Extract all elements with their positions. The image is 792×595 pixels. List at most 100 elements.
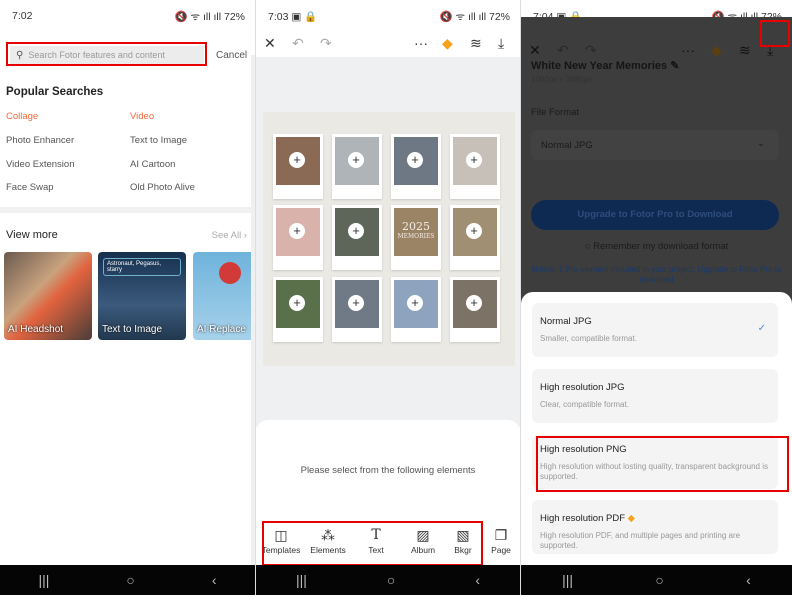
more-icon[interactable]: ··· [414, 35, 428, 51]
recents-icon[interactable]: ||| [296, 572, 307, 588]
undo-icon[interactable]: ↶ [557, 42, 569, 59]
add-photo-icon[interactable]: + [466, 223, 482, 239]
popular-searches-heading: Popular Searches [6, 86, 104, 98]
photo-slot[interactable]: + [332, 277, 382, 342]
feature-card-text-to-image[interactable]: Astronaut, Pegasus, starry Text to Image [98, 252, 186, 340]
feature-card-ai-headshot[interactable]: AI Headshot [4, 252, 92, 340]
design-title[interactable]: White New Year Memories ✎ [531, 59, 679, 72]
popular-item[interactable]: Video Extension [6, 159, 75, 170]
upgrade-download-button[interactable]: Upgrade to Fotor Pro to Download [531, 200, 779, 230]
pro-diamond-icon: ◆ [627, 513, 635, 524]
memories-text-tile[interactable]: 2025 MEMORIES [391, 205, 441, 270]
tool-background[interactable]: ▧ Bkgr [443, 525, 483, 555]
pro-diamond-icon[interactable]: ◆ [442, 35, 453, 52]
photo-slot[interactable]: + [273, 277, 323, 342]
redo-icon[interactable]: ↷ [585, 42, 597, 59]
add-photo-icon[interactable]: + [466, 152, 482, 168]
format-option-normal-jpg[interactable]: Normal JPG Smaller, compatible format. ✓ [532, 303, 778, 357]
photo-slot[interactable]: + [450, 205, 500, 270]
add-photo-icon[interactable]: + [348, 295, 364, 311]
back-icon[interactable]: ‹ [746, 572, 751, 588]
home-icon[interactable]: ○ [387, 572, 395, 588]
undo-icon[interactable]: ↶ [292, 35, 304, 52]
tool-templates[interactable]: ◫ Templates [259, 525, 303, 555]
title-text: White New Year Memories [531, 60, 668, 72]
file-format-select[interactable]: Normal JPG ⌄ [531, 130, 779, 160]
photo-slot[interactable]: + [332, 205, 382, 270]
photo-slot[interactable]: + [450, 134, 500, 199]
editor-toolbar: ✕ ↶ ↷ ··· ◆ ≋ ⤓ [256, 35, 520, 55]
format-options-sheet: Normal JPG Smaller, compatible format. ✓ H… [521, 292, 792, 565]
photo-slot[interactable]: + [273, 134, 323, 199]
add-photo-icon[interactable]: + [289, 295, 305, 311]
add-photo-icon[interactable]: + [348, 223, 364, 239]
tool-label: Bkgr [454, 545, 472, 555]
memories-text: MEMORIES [397, 233, 435, 240]
page-icon: ❐ [494, 527, 508, 543]
popular-item[interactable]: Video [130, 111, 154, 122]
layers-icon[interactable]: ≋ [739, 42, 751, 59]
photo-slot[interactable]: + [450, 277, 500, 342]
add-photo-icon[interactable]: + [407, 152, 423, 168]
photo-slot[interactable]: + [391, 277, 441, 342]
add-photo-icon[interactable]: + [466, 295, 482, 311]
add-photo-icon[interactable]: + [289, 223, 305, 239]
tool-label: Text [368, 545, 384, 555]
search-placeholder: Search Fotor features and content [28, 50, 165, 60]
battery-level: 72% [223, 11, 245, 23]
layers-icon[interactable]: ≋ [470, 35, 482, 52]
photo-slot[interactable]: + [391, 134, 441, 199]
download-icon[interactable]: ⤓ [498, 35, 504, 52]
elements-sheet: Please select from the following element… [256, 420, 520, 565]
option-title: High resolution JPG [540, 382, 625, 393]
back-icon[interactable]: ‹ [475, 572, 480, 588]
photo-slot[interactable]: + [332, 134, 382, 199]
popular-item[interactable]: Text to Image [130, 135, 187, 146]
option-title: High resolution PNG [540, 444, 627, 455]
chevron-right-icon: › [243, 230, 247, 241]
home-icon[interactable]: ○ [126, 572, 134, 588]
android-nav-bar: ||| ○ ‹ [256, 565, 520, 595]
pro-notice[interactable]: Notice: 1 Pro element included in your p… [531, 265, 782, 285]
see-all-link[interactable]: See All › [212, 230, 247, 241]
remember-format-checkbox[interactable]: ○ Remember my download format [521, 241, 792, 252]
more-icon[interactable]: ··· [681, 42, 695, 58]
photo-slot[interactable]: + [273, 205, 323, 270]
format-option-hires-pdf[interactable]: High resolution PDF ◆ High resolution PDF… [532, 500, 778, 554]
add-photo-icon[interactable]: + [348, 152, 364, 168]
format-option-hires-jpg[interactable]: High resolution JPG Clear, compatible for… [532, 369, 778, 423]
feature-card-ai-replace[interactable]: AI Replace [193, 252, 255, 340]
popular-item[interactable]: Face Swap [6, 182, 54, 193]
home-icon[interactable]: ○ [655, 572, 663, 588]
time: 7:03 [268, 11, 289, 23]
close-icon[interactable]: ✕ [529, 42, 541, 59]
redo-icon[interactable]: ↷ [320, 35, 332, 52]
pro-diamond-icon[interactable]: ◆ [711, 42, 722, 59]
popular-item[interactable]: Old Photo Alive [130, 182, 195, 193]
tool-album[interactable]: ▨ Album [401, 525, 445, 555]
add-photo-icon[interactable]: + [407, 295, 423, 311]
close-icon[interactable]: ✕ [264, 35, 276, 52]
recents-icon[interactable]: ||| [562, 572, 573, 588]
design-canvas[interactable]: + + + + + + 2025 MEMORIES + + + + + [256, 57, 520, 427]
download-icon[interactable]: ⤓ [767, 42, 773, 59]
popular-item[interactable]: AI Cartoon [130, 159, 175, 170]
cancel-button[interactable]: Cancel [216, 50, 247, 61]
add-photo-icon[interactable]: + [289, 152, 305, 168]
collage-design[interactable]: + + + + + + 2025 MEMORIES + + + + + [263, 112, 515, 366]
remember-label: Remember my download format [593, 241, 729, 252]
status-bar: 7:03 ▣ 🔒 🔇 ᯤ ıll ıll 72% [268, 10, 510, 24]
edit-pencil-icon[interactable]: ✎ [670, 60, 679, 72]
checkmark-icon: ✓ [757, 323, 766, 334]
search-input[interactable]: ⚲ Search Fotor features and content [10, 46, 204, 64]
tool-page[interactable]: ❐ Page [483, 525, 519, 555]
tool-elements[interactable]: ⁂ Elements [306, 525, 350, 555]
popular-item[interactable]: Photo Enhancer [6, 135, 74, 146]
popular-item[interactable]: Collage [6, 111, 38, 122]
back-icon[interactable]: ‹ [212, 572, 217, 588]
search-screen: 7:02 🔇 ᯤ ıll ıll 72% ⚲ Search Fotor featur… [0, 0, 255, 595]
tool-text[interactable]: T Text [354, 525, 398, 555]
tool-label: Album [410, 545, 436, 555]
format-option-hires-png[interactable]: High resolution PNG High resolution witho… [532, 435, 778, 489]
recents-icon[interactable]: ||| [38, 572, 49, 588]
